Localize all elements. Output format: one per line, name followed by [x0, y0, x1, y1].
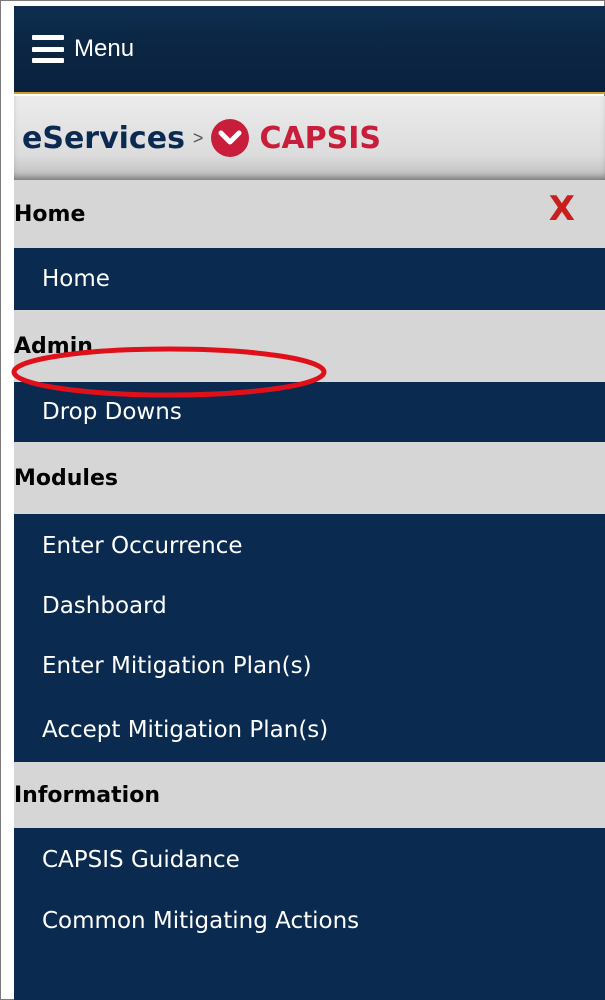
section-header-modules: Modules — [14, 442, 605, 514]
section-header-label: Admin — [14, 333, 93, 359]
sidebar-item-drop-downs[interactable]: Drop Downs — [14, 382, 605, 442]
breadcrumb-eservices-link[interactable]: eServices — [22, 121, 185, 156]
sidebar-item-dashboard[interactable]: Dashboard — [14, 578, 605, 634]
sidebar-item-enter-occurrence[interactable]: Enter Occurrence — [14, 514, 605, 578]
top-menu-bar: Menu — [14, 6, 605, 94]
section-header-admin: Admin — [14, 310, 605, 382]
breadcrumb-capsis-current: CAPSIS — [259, 120, 382, 156]
sidebar-item-label: Drop Downs — [42, 399, 182, 425]
sidebar-item-home[interactable]: Home — [14, 248, 605, 310]
section-header-information: Information — [14, 762, 605, 828]
chevron-down-circle-icon — [211, 119, 250, 157]
sidebar-item-common-mitigating-actions[interactable]: Common Mitigating Actions — [14, 892, 605, 950]
sidebar-item-label: Accept Mitigation Plan(s) — [42, 717, 329, 743]
sidebar-item-capsis-guidance[interactable]: CAPSIS Guidance — [14, 828, 605, 892]
sidebar-item-accept-mitigation-plans[interactable]: Accept Mitigation Plan(s) — [14, 698, 605, 762]
section-header-label: Information — [14, 782, 160, 808]
sidebar-item-label: Dashboard — [42, 593, 167, 619]
close-menu-icon[interactable]: X — [549, 192, 575, 226]
sidebar-item-label: Home — [42, 266, 110, 292]
sidebar-item-label: CAPSIS Guidance — [42, 847, 240, 873]
hamburger-menu-icon[interactable] — [32, 35, 64, 63]
section-header-label: Home — [14, 201, 86, 227]
menu-button-label[interactable]: Menu — [74, 35, 134, 63]
section-header-home: Home — [14, 180, 605, 248]
breadcrumb: eServices > CAPSIS — [14, 96, 605, 180]
sidebar-item-enter-mitigation-plans[interactable]: Enter Mitigation Plan(s) — [14, 634, 605, 698]
sidebar-item-label: Enter Occurrence — [42, 533, 243, 559]
section-header-label: Modules — [14, 465, 118, 491]
sidebar-item-label: Common Mitigating Actions — [42, 908, 360, 934]
breadcrumb-separator: > — [192, 127, 204, 148]
sidebar-menu: Home X Home Admin Drop Downs Modules Ent… — [14, 180, 605, 1000]
sidebar-item-label: Enter Mitigation Plan(s) — [42, 653, 312, 679]
